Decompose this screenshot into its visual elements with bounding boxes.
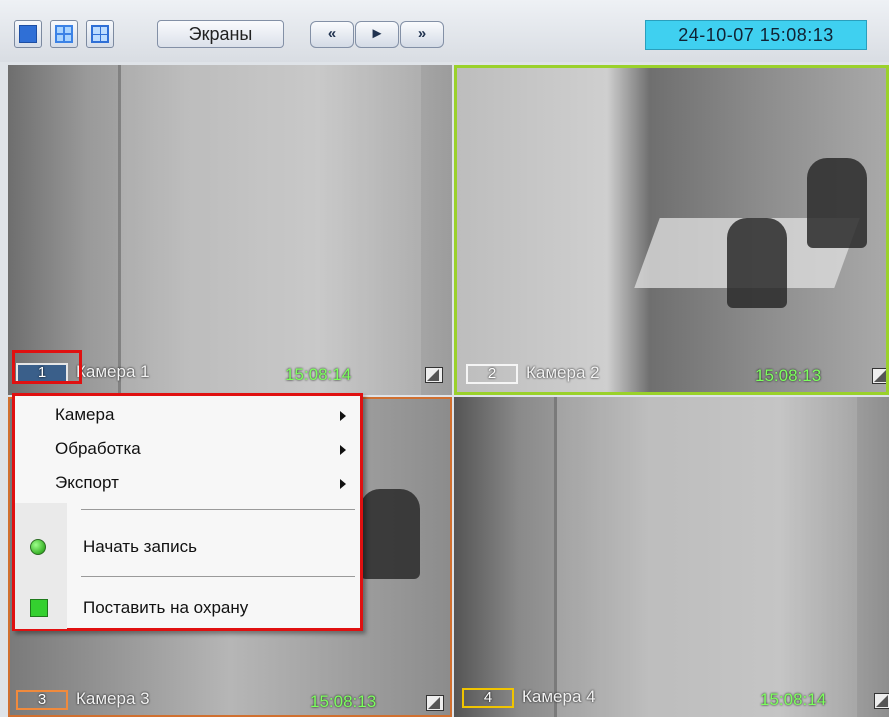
layout-multi-icon	[91, 25, 109, 43]
layout-quad-icon	[55, 25, 73, 43]
camera-4-expand-icon[interactable]	[874, 693, 889, 709]
camera-context-menu: Камера Обработка Экспорт Начать запись П…	[12, 393, 363, 631]
menu-item-camera[interactable]: Камера	[15, 400, 360, 430]
camera-2-view[interactable]: 2 Камера 2 15:08:13	[454, 65, 889, 395]
play-button[interactable]: ►	[355, 21, 399, 48]
layout-multi-button[interactable]	[86, 20, 114, 48]
forward-button[interactable]: »	[400, 21, 444, 48]
camera-3-label: 3 Камера 3	[16, 689, 150, 713]
camera-1-name: Камера 1	[76, 362, 150, 381]
camera-3-number: 3	[16, 689, 68, 710]
arm-icon	[30, 599, 48, 617]
camera-3-name: Камера 3	[76, 689, 150, 708]
menu-separator	[81, 509, 355, 510]
menu-item-export[interactable]: Экспорт	[15, 468, 360, 498]
camera-2-number: 2	[466, 363, 518, 384]
toolbar: Экраны « ► » 24-10-07 15:08:13	[0, 0, 889, 62]
camera-1-time: 15:08:14	[285, 365, 352, 384]
submenu-arrow-icon	[340, 479, 346, 489]
menu-item-processing[interactable]: Обработка	[15, 434, 360, 464]
camera-4-time: 15:08:14	[760, 690, 827, 709]
camera-2-name: Камера 2	[526, 363, 600, 382]
camera-1-expand-icon[interactable]	[425, 367, 443, 383]
screens-button[interactable]: Экраны	[157, 20, 284, 48]
layout-single-icon	[19, 25, 37, 43]
submenu-arrow-icon	[340, 411, 346, 421]
menu-item-arm[interactable]: Поставить на охрану	[15, 593, 360, 623]
camera-4-number: 4	[462, 687, 514, 708]
camera-2-time: 15:08:13	[755, 366, 822, 385]
camera-4-view[interactable]: 4 Камера 4 15:08:14	[454, 397, 889, 717]
camera-1-view[interactable]: 1 Камера 1 15:08:14	[8, 65, 452, 395]
submenu-arrow-icon	[340, 445, 346, 455]
datetime-display: 24-10-07 15:08:13	[645, 20, 867, 50]
camera-4-name: Камера 4	[522, 687, 596, 706]
layout-quad-button[interactable]	[50, 20, 78, 48]
camera-2-label: 2 Камера 2	[466, 363, 600, 387]
rewind-button[interactable]: «	[310, 21, 354, 48]
camera-3-expand-icon[interactable]	[426, 695, 444, 711]
layout-single-button[interactable]	[14, 20, 42, 48]
camera-1-number-highlight	[12, 350, 82, 384]
menu-separator	[81, 576, 355, 577]
camera-4-label: 4 Камера 4	[462, 687, 596, 711]
record-icon	[30, 539, 46, 555]
camera-3-time: 15:08:13	[310, 692, 377, 711]
camera-2-expand-icon[interactable]	[872, 368, 886, 384]
playback-controls: « ► »	[310, 21, 444, 48]
menu-item-start-recording[interactable]: Начать запись	[15, 532, 360, 562]
